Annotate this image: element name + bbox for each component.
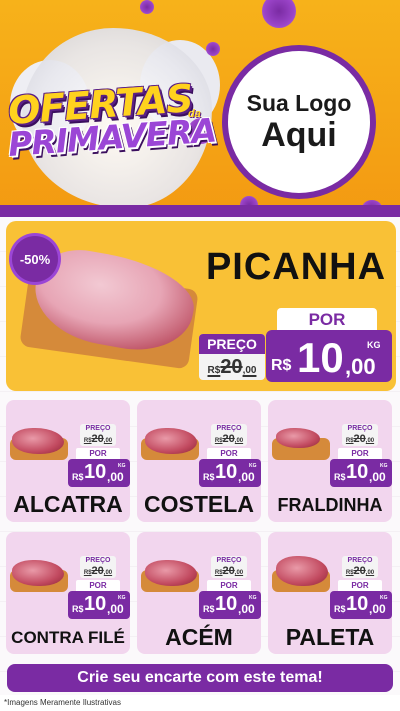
- new-price-box: R$ 10,00 KG: [330, 459, 392, 487]
- old-price-box: PREÇO R$20,00: [211, 556, 247, 578]
- new-price-box: R$ 10,00 KG: [68, 591, 130, 619]
- costela-image: [145, 428, 197, 454]
- purple-flower-icon: [206, 42, 220, 56]
- store-logo-placeholder[interactable]: Sua Logo Aqui: [222, 45, 376, 199]
- new-price-box: R$ 10,00 KG: [199, 591, 261, 619]
- product-name: ALCATRA: [13, 491, 123, 517]
- new-price-label: POR: [76, 448, 120, 459]
- old-price-box: PREÇO R$20,00: [342, 556, 378, 578]
- old-price-box: PREÇO R$20,00: [80, 556, 116, 578]
- contra-file-image: [12, 560, 64, 586]
- new-price-box: R$ 10,00 KG: [68, 459, 130, 487]
- product-name: ACÉM: [165, 624, 233, 650]
- product-name: CONTRA FILÉ: [11, 628, 125, 647]
- product-name: FRALDINHA: [277, 495, 383, 515]
- discount-badge: -50%: [12, 236, 58, 282]
- header-divider: [0, 205, 400, 217]
- old-price-box: PREÇO R$20,00: [211, 424, 247, 446]
- logo-text-line1: Sua Logo: [246, 89, 352, 116]
- currency-symbol: R$: [271, 357, 292, 374]
- paleta-image: [276, 556, 328, 586]
- new-price-label: POR: [277, 308, 377, 332]
- new-price-label: POR: [338, 448, 382, 459]
- new-price-label: POR: [207, 448, 251, 459]
- new-price-cents: ,00: [345, 354, 376, 379]
- promo-title-da: da: [188, 108, 201, 120]
- old-price-box: PREÇO R$20,00: [80, 424, 116, 446]
- header-banner: OFERTAS PRIMAVERA da Sua Logo Aqui: [0, 0, 400, 214]
- new-price-integer: 10: [297, 334, 344, 381]
- product-name: COSTELA: [144, 491, 254, 517]
- old-price-value: R$20,00: [207, 356, 257, 378]
- new-price-box: R$ 10,00 KG: [330, 591, 392, 619]
- new-price-label: POR: [338, 580, 382, 591]
- purple-flower-icon: [140, 0, 154, 14]
- new-price-label: POR: [76, 580, 120, 591]
- purple-flower-icon: [262, 0, 296, 28]
- disclaimer-text: *Imagens Meramente Ilustrativas: [0, 695, 400, 711]
- logo-text-line2: Aqui: [261, 115, 337, 154]
- create-flyer-button[interactable]: Crie seu encarte com este tema!: [7, 664, 393, 692]
- old-price-label: PREÇO: [199, 334, 265, 354]
- alcatra-image: [12, 428, 64, 454]
- acem-image: [145, 560, 197, 586]
- hero-product-name: PICANHA: [205, 246, 387, 288]
- promo-title: OFERTAS PRIMAVERA: [7, 76, 217, 164]
- old-price-box: PREÇO R$20,00: [342, 424, 378, 446]
- new-price-box: R$ 10,00 KG: [199, 459, 261, 487]
- new-price-label: POR: [207, 580, 251, 591]
- product-name: PALETA: [285, 624, 375, 650]
- fraldinha-image: [276, 428, 320, 448]
- price-unit: KG: [367, 340, 381, 350]
